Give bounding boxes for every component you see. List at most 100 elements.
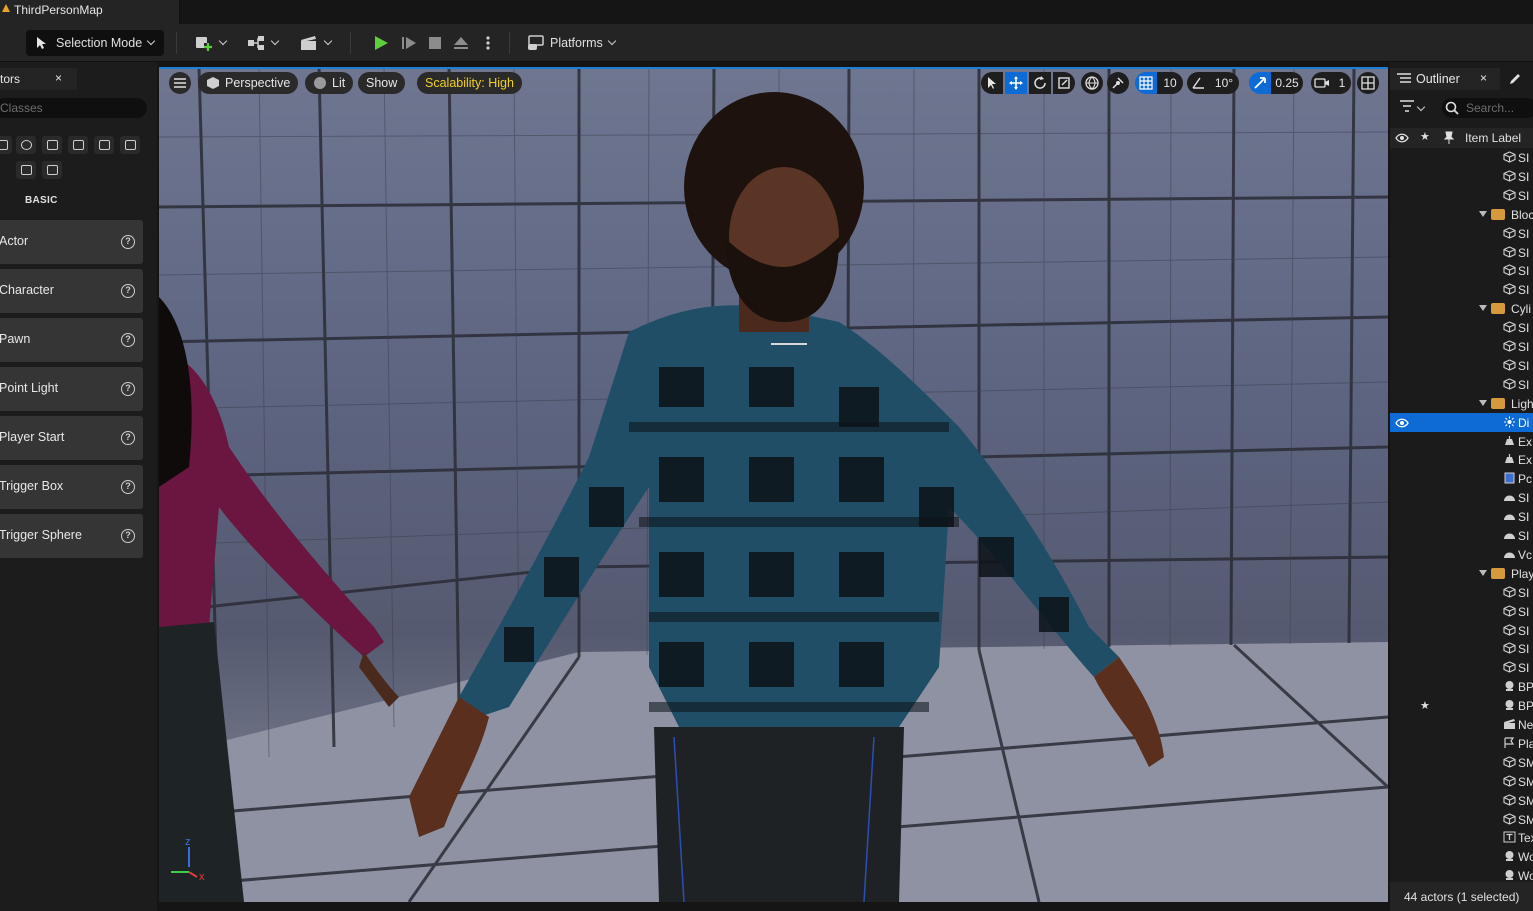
outliner-actor-row[interactable]: SI xyxy=(1390,621,1533,640)
help-icon[interactable]: ? xyxy=(121,382,135,396)
outliner-actor-row[interactable]: Tex xyxy=(1390,828,1533,847)
help-icon[interactable]: ? xyxy=(121,333,135,347)
outliner-actor-row[interactable]: SI xyxy=(1390,243,1533,262)
outliner-folder-row[interactable]: Play xyxy=(1390,564,1533,583)
outliner-actor-row[interactable]: SI xyxy=(1390,602,1533,621)
outliner-actor-row[interactable]: Play xyxy=(1390,734,1533,753)
level-viewport[interactable]: z x Perspective Lit Show Scalability: Hi… xyxy=(159,67,1388,902)
cinematic-category-icon[interactable] xyxy=(68,136,88,154)
expand-arrow-icon[interactable] xyxy=(1479,305,1487,312)
view-mode-dropdown[interactable]: Lit xyxy=(305,72,354,94)
outliner-actor-row[interactable]: Ex xyxy=(1390,450,1533,469)
outliner-actor-row[interactable]: SM_ xyxy=(1390,753,1533,772)
scale-snap-value[interactable]: 0.25 xyxy=(1271,72,1303,94)
grid-snap-value[interactable]: 10 xyxy=(1157,72,1183,94)
viewport-options-button[interactable] xyxy=(169,72,191,94)
outliner-tab[interactable]: Outliner × xyxy=(1390,68,1500,90)
actor-item-actor[interactable]: Actor ? xyxy=(0,220,143,264)
outliner-actor-row[interactable]: SI xyxy=(1390,186,1533,205)
cinematics-button[interactable] xyxy=(299,30,333,56)
scale-mode-button[interactable] xyxy=(1053,72,1075,94)
outliner-actor-row[interactable]: SI xyxy=(1390,526,1533,545)
classes-search-input[interactable]: Classes xyxy=(0,98,147,118)
outliner-actor-row[interactable]: SI xyxy=(1390,148,1533,167)
rotation-snap-toggle[interactable] xyxy=(1187,72,1209,94)
stop-button[interactable] xyxy=(427,30,443,56)
actor-item-trigger-sphere[interactable]: Trigger Sphere ? xyxy=(0,514,143,558)
outliner-actor-row[interactable]: SI xyxy=(1390,583,1533,602)
outliner-actor-row[interactable]: SI xyxy=(1390,280,1533,299)
scale-snap-toggle[interactable] xyxy=(1249,72,1271,94)
actor-item-player-start[interactable]: Player Start ? xyxy=(0,416,143,460)
filter-dropdown[interactable] xyxy=(1400,100,1430,116)
grid-snap-toggle[interactable] xyxy=(1135,72,1157,94)
outliner-actor-row[interactable]: Pc xyxy=(1390,469,1533,488)
world-local-toggle[interactable] xyxy=(1081,72,1103,94)
outliner-folder-row[interactable]: Bloc xyxy=(1390,205,1533,224)
place-actors-tab[interactable]: tors × xyxy=(0,68,77,90)
outliner-actor-row[interactable]: SI xyxy=(1390,507,1533,526)
expand-arrow-icon[interactable] xyxy=(1479,399,1487,406)
outliner-actor-row[interactable]: SI xyxy=(1390,337,1533,356)
geometry-category-icon[interactable] xyxy=(120,136,140,154)
expand-arrow-icon[interactable] xyxy=(1479,210,1487,217)
rotate-mode-button[interactable] xyxy=(1029,72,1051,94)
outliner-actor-row[interactable]: Di xyxy=(1390,412,1533,432)
item-label-column[interactable]: Item Label xyxy=(1465,131,1521,145)
play-options-button[interactable] xyxy=(484,30,492,56)
outliner-actor-row[interactable]: Wor xyxy=(1390,847,1533,866)
advance-frame-button[interactable] xyxy=(400,30,418,56)
outliner-actor-row[interactable]: SI xyxy=(1390,224,1533,243)
selection-mode-dropdown[interactable]: Selection Mode xyxy=(26,30,164,56)
outliner-folder-row[interactable]: Cyli xyxy=(1390,299,1533,318)
close-icon[interactable]: × xyxy=(55,71,62,85)
outliner-actor-row[interactable]: SI xyxy=(1390,375,1533,394)
volumes-category-icon[interactable] xyxy=(16,161,36,179)
blueprints-button[interactable] xyxy=(246,30,280,56)
eject-button[interactable] xyxy=(452,30,470,56)
outliner-folder-row[interactable]: Ligh xyxy=(1390,394,1533,413)
visual-effects-category-icon[interactable] xyxy=(94,136,114,154)
outliner-actor-row[interactable]: SI xyxy=(1390,318,1533,337)
actor-item-character[interactable]: Character ? xyxy=(0,269,143,313)
eye-icon[interactable] xyxy=(1395,133,1409,143)
star-icon[interactable]: ★ xyxy=(1420,130,1430,143)
camera-speed-button[interactable] xyxy=(1311,72,1333,94)
outliner-actor-row[interactable]: SI xyxy=(1390,658,1533,677)
select-mode-button[interactable] xyxy=(981,72,1003,94)
outliner-actor-row[interactable]: SM_ xyxy=(1390,791,1533,810)
lights-category-icon[interactable] xyxy=(42,136,62,154)
outliner-actor-row[interactable]: BP_ xyxy=(1390,677,1533,696)
show-dropdown[interactable]: Show xyxy=(358,72,406,94)
outliner-actor-row[interactable]: SI xyxy=(1390,261,1533,280)
rotation-snap-value[interactable]: 10° xyxy=(1209,72,1239,94)
translate-mode-button[interactable] xyxy=(1005,72,1027,94)
recent-category-icon[interactable] xyxy=(0,136,12,154)
play-button[interactable] xyxy=(372,30,390,56)
outliner-actor-row[interactable]: SI xyxy=(1390,488,1533,507)
all-classes-category-icon[interactable] xyxy=(42,161,62,179)
outliner-actor-row[interactable]: ★ BP_ xyxy=(1390,696,1533,715)
outliner-actor-row[interactable]: New xyxy=(1390,715,1533,734)
help-icon[interactable]: ? xyxy=(121,480,135,494)
scalability-dropdown[interactable]: Scalability: High xyxy=(417,72,522,94)
expand-arrow-icon[interactable] xyxy=(1479,569,1487,576)
eye-icon[interactable] xyxy=(1395,417,1409,431)
pin-icon[interactable] xyxy=(1444,131,1454,145)
surface-snapping-button[interactable] xyxy=(1107,72,1129,94)
outliner-actor-row[interactable]: SI xyxy=(1390,167,1533,186)
add-content-button[interactable] xyxy=(194,30,228,56)
star-icon[interactable]: ★ xyxy=(1420,699,1430,712)
edit-icon[interactable] xyxy=(1508,72,1522,86)
viewport-layout-button[interactable] xyxy=(1357,72,1379,94)
perspective-dropdown[interactable]: Perspective xyxy=(198,72,299,94)
level-tab[interactable]: ThirdPersonMap xyxy=(0,0,180,24)
help-icon[interactable]: ? xyxy=(121,529,135,543)
outliner-actor-row[interactable]: SM_ xyxy=(1390,772,1533,791)
outliner-actor-row[interactable]: SI xyxy=(1390,356,1533,375)
outliner-actor-row[interactable]: SI xyxy=(1390,639,1533,658)
outliner-actor-row[interactable]: Ex xyxy=(1390,432,1533,451)
basic-category-icon[interactable] xyxy=(16,136,36,154)
help-icon[interactable]: ? xyxy=(121,284,135,298)
outliner-actor-row[interactable]: SM_ xyxy=(1390,810,1533,829)
